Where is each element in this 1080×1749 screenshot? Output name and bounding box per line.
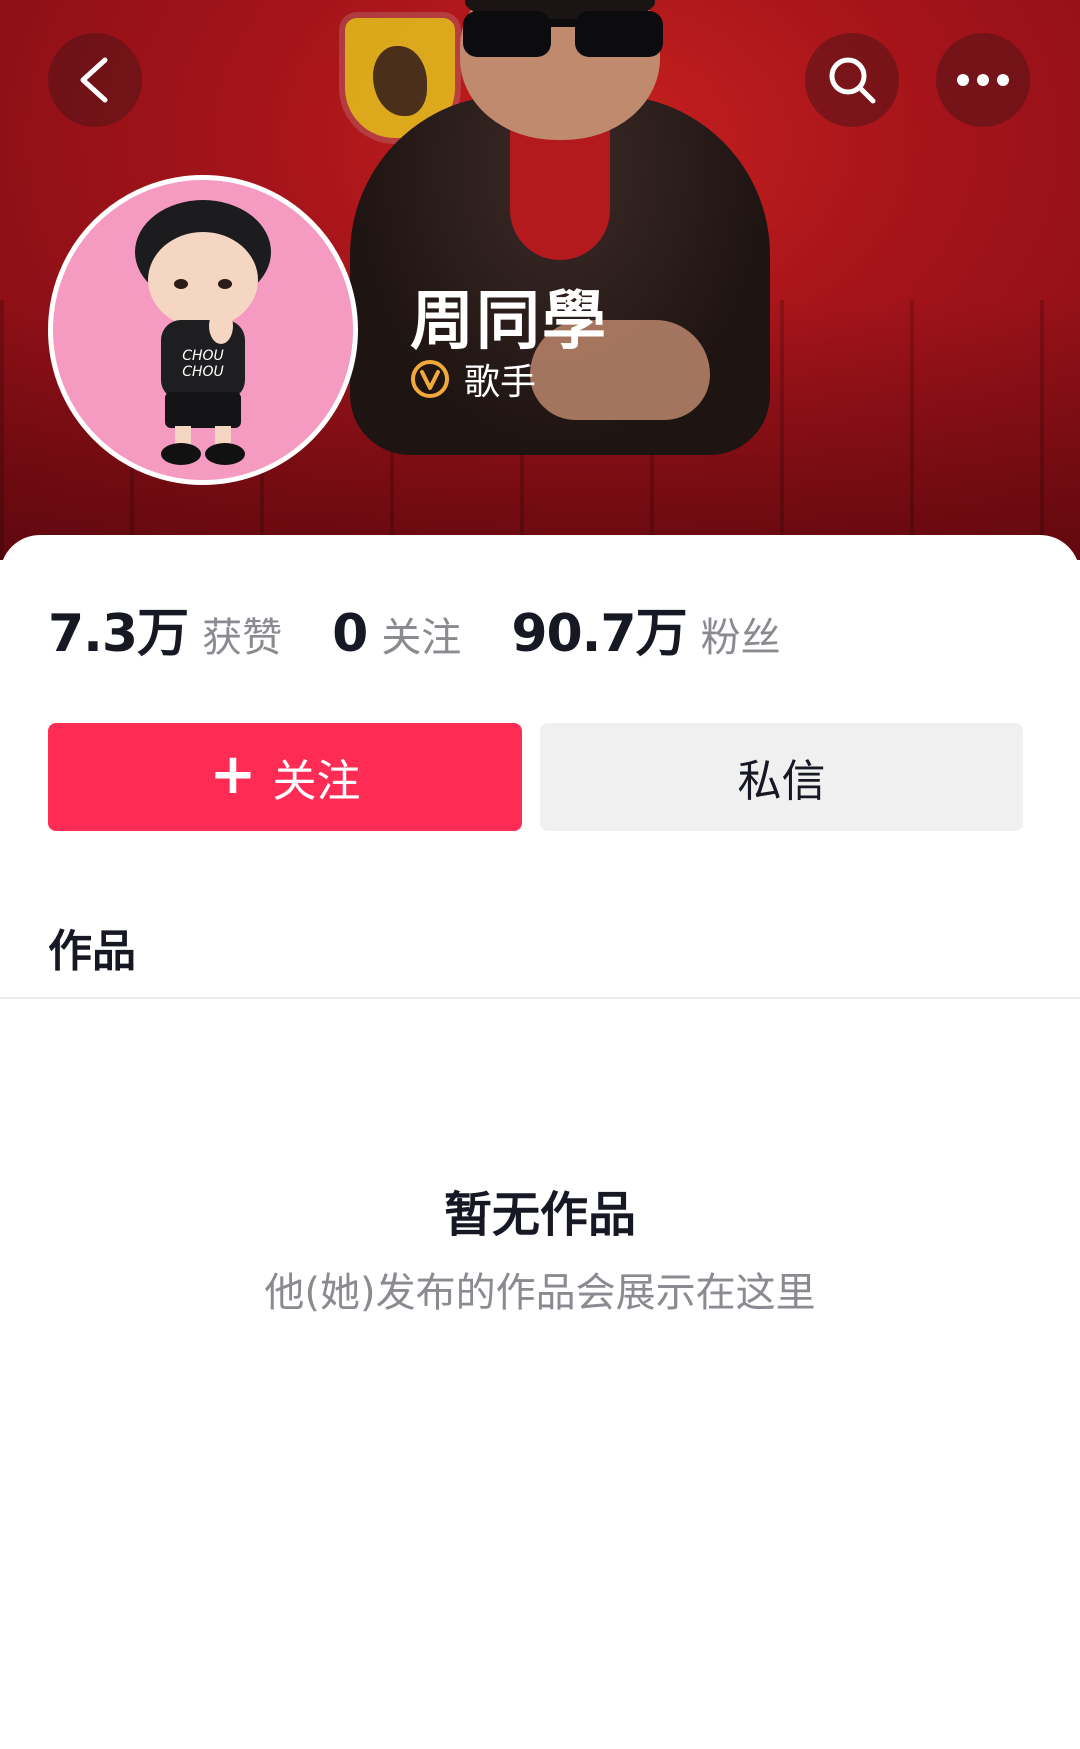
stat-following-value: 0 (332, 604, 368, 664)
stat-followers-value: 90.7万 (511, 604, 687, 664)
profile-banner: CHOU CHOU 周同學 歌手 (0, 0, 1080, 560)
chevron-left-icon (80, 57, 108, 103)
banner-photo-person (340, 0, 780, 520)
person-shirt (510, 120, 610, 260)
stat-followers[interactable]: 90.7万 粉丝 (511, 591, 780, 666)
stat-following-label: 关注 (381, 615, 462, 661)
svg-text:CHOU: CHOU (182, 364, 224, 380)
search-button[interactable] (805, 33, 899, 127)
empty-state-subtitle: 他(她)发布的作品会展示在这里 (264, 1270, 816, 1316)
empty-state-title: 暂无作品 (443, 1187, 636, 1243)
tab-works[interactable]: 作品 (48, 915, 136, 979)
follow-button[interactable]: + 关注 (48, 723, 522, 831)
avatar[interactable]: CHOU CHOU (48, 175, 358, 485)
svg-text:CHOU: CHOU (182, 348, 224, 364)
message-button[interactable]: 私信 (540, 723, 1023, 831)
stats-row: 7.3万 获赞 0 关注 90.7万 粉丝 (48, 591, 831, 664)
stat-following[interactable]: 0 关注 (332, 604, 461, 664)
verification-label: 歌手 (464, 362, 537, 403)
tab-divider (0, 997, 1080, 999)
stat-likes-label: 获赞 (202, 615, 283, 661)
stat-likes-value: 7.3万 (48, 604, 189, 664)
stat-likes[interactable]: 7.3万 获赞 (48, 591, 282, 666)
profile-name: 周同學 (410, 285, 608, 359)
chibi-character-icon: CHOU CHOU (135, 200, 271, 465)
plus-icon: + (209, 742, 257, 807)
verification-row: 歌手 (410, 357, 536, 403)
back-button[interactable] (48, 33, 142, 127)
more-button[interactable] (936, 33, 1030, 127)
follow-label: 关注 (272, 756, 361, 807)
message-label: 私信 (737, 756, 826, 807)
stat-followers-label: 粉丝 (700, 615, 781, 661)
search-icon (829, 57, 876, 104)
action-buttons: + 关注 私信 (48, 723, 1023, 831)
more-horizontal-icon (957, 74, 1009, 86)
v-badge-icon (411, 360, 449, 398)
sunglasses-shape (463, 11, 663, 57)
profile-card: 7.3万 获赞 0 关注 90.7万 粉丝 + 关注 私信 作品 暂无作品 他(… (0, 535, 1080, 1749)
